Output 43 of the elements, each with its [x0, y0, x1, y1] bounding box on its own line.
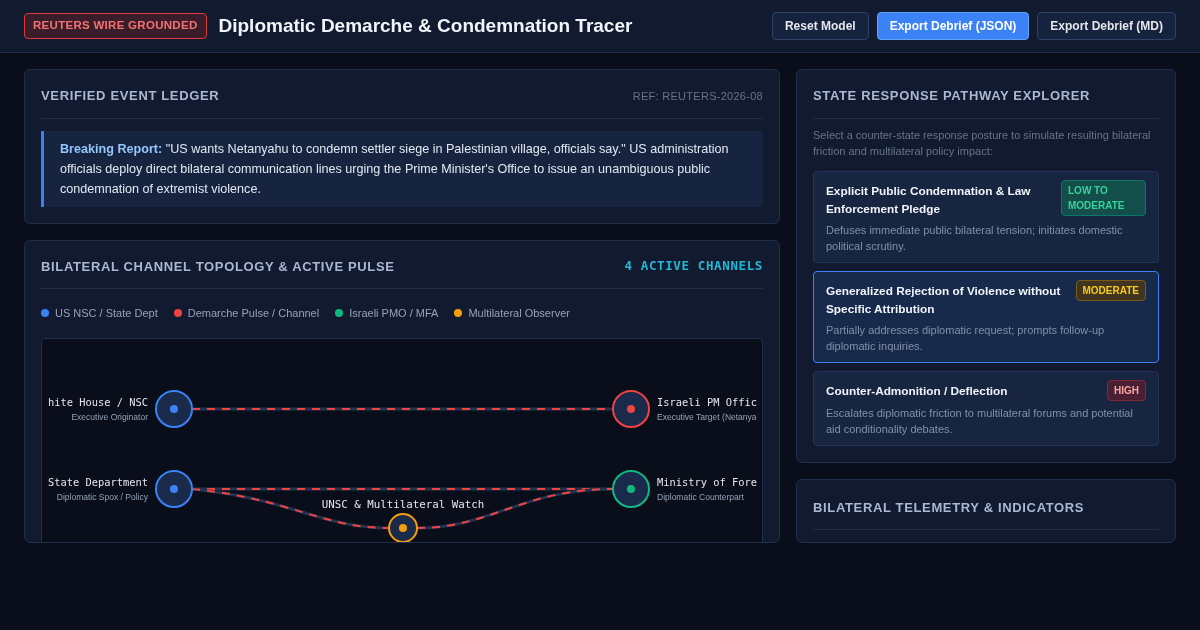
channel-node[interactable]: [155, 469, 193, 508]
source-badge: REUTERS WIRE GROUNDED: [24, 13, 207, 39]
friction-badge: HIGH: [1107, 379, 1146, 401]
option-description: Partially addresses diplomatic request; prompts follow-up diplomatic inquiries.: [826, 322, 1106, 354]
node-sublabel: Executive Originator: [71, 411, 148, 422]
option-title: Counter-Admonition / Deflection: [826, 382, 1008, 400]
node-label: Ministry of Fore: [657, 475, 758, 488]
toolbar-button[interactable]: Export Debrief (JSON): [876, 12, 1030, 40]
node-label: Israeli PM Offic: [657, 395, 758, 408]
toolbar-button[interactable]: Reset Model: [771, 12, 869, 40]
node-label: hite House / NSC: [47, 395, 148, 408]
response-option[interactable]: Counter-Admonition / Deflection HIGH Escalates diplomatic friction to multilateral forums and potential aid conditionality debates.: [813, 370, 1159, 446]
breaking-report: Breaking Report: "US wants Netanyahu to condemn settler siege in Palestinian village, officials say." US administration officials deploy direct bilateral communication lines urging the Prime Minister's Office to issue an unambiguous public condemnation of extremist violence.: [41, 130, 763, 207]
channel-node[interactable]: [388, 512, 418, 542]
card-title: STATE RESPONSE PATHWAY EXPLORER: [813, 86, 1159, 119]
channel-node[interactable]: [155, 389, 193, 428]
toolbar-button[interactable]: Export Debrief (MD): [1037, 12, 1176, 40]
card-title: BILATERAL CHANNEL TOPOLOGY & ACTIVE PULSE: [41, 257, 395, 276]
option-description: Defuses immediate public bilateral tension; initiates domestic political scrutiny.: [826, 222, 1124, 254]
legend-label: Israeli PMO / MFA: [349, 306, 439, 321]
option-title: Explicit Public Condemnation & Law Enforcement Pledge: [826, 182, 1032, 218]
channel-count: 4 ACTIVE CHANNELS: [624, 256, 763, 275]
legend-label: Demarche Pulse / Channel: [187, 306, 320, 321]
node-sublabel: Executive Target (Netanya: [657, 411, 757, 422]
channel-node[interactable]: [612, 469, 650, 508]
response-option[interactable]: Explicit Public Condemnation & Law Enforcement Pledge LOW TO MODERATE Defuses immediate public bilateral tension; initiates domestic political scrutiny.: [813, 170, 1159, 263]
card-title: BILATERAL TELEMETRY & INDICATORS: [813, 497, 1159, 530]
option-title: Generalized Rejection of Violence without Specific Attribution: [826, 282, 1062, 318]
response-option[interactable]: Generalized Rejection of Violence without Specific Attribution MODERATE Partially addresses diplomatic request; prompts follow-up diplomatic inquiries.: [813, 270, 1159, 363]
friction-badge: MODERATE: [1075, 279, 1146, 301]
app-title: Diplomatic Demarche & Condemnation Tracer: [218, 13, 633, 38]
node-label: UNSC & Multilateral Watch: [321, 497, 485, 511]
node-label: State Department: [47, 475, 148, 488]
node-sublabel: Diplomatic Spox / Policy: [56, 491, 148, 502]
friction-badge: LOW TO MODERATE: [1061, 179, 1146, 216]
card-title: VERIFIED EVENT LEDGER: [41, 87, 220, 105]
option-description: Escalates diplomatic friction to multilateral forums and potential aid conditionality debates.: [826, 405, 1134, 437]
channel-node[interactable]: [612, 389, 650, 428]
pathway-intro: Select a counter-state response posture to simulate resulting bilateral friction and multilateral policy impact:: [813, 127, 1152, 159]
node-sublabel: Diplomatic Counterpart: [657, 491, 744, 502]
reference-code: REF: REUTERS-2026-08: [632, 88, 763, 104]
legend-label: Multilateral Observer: [468, 306, 570, 321]
legend-label: US NSC / State Dept: [55, 306, 158, 321]
